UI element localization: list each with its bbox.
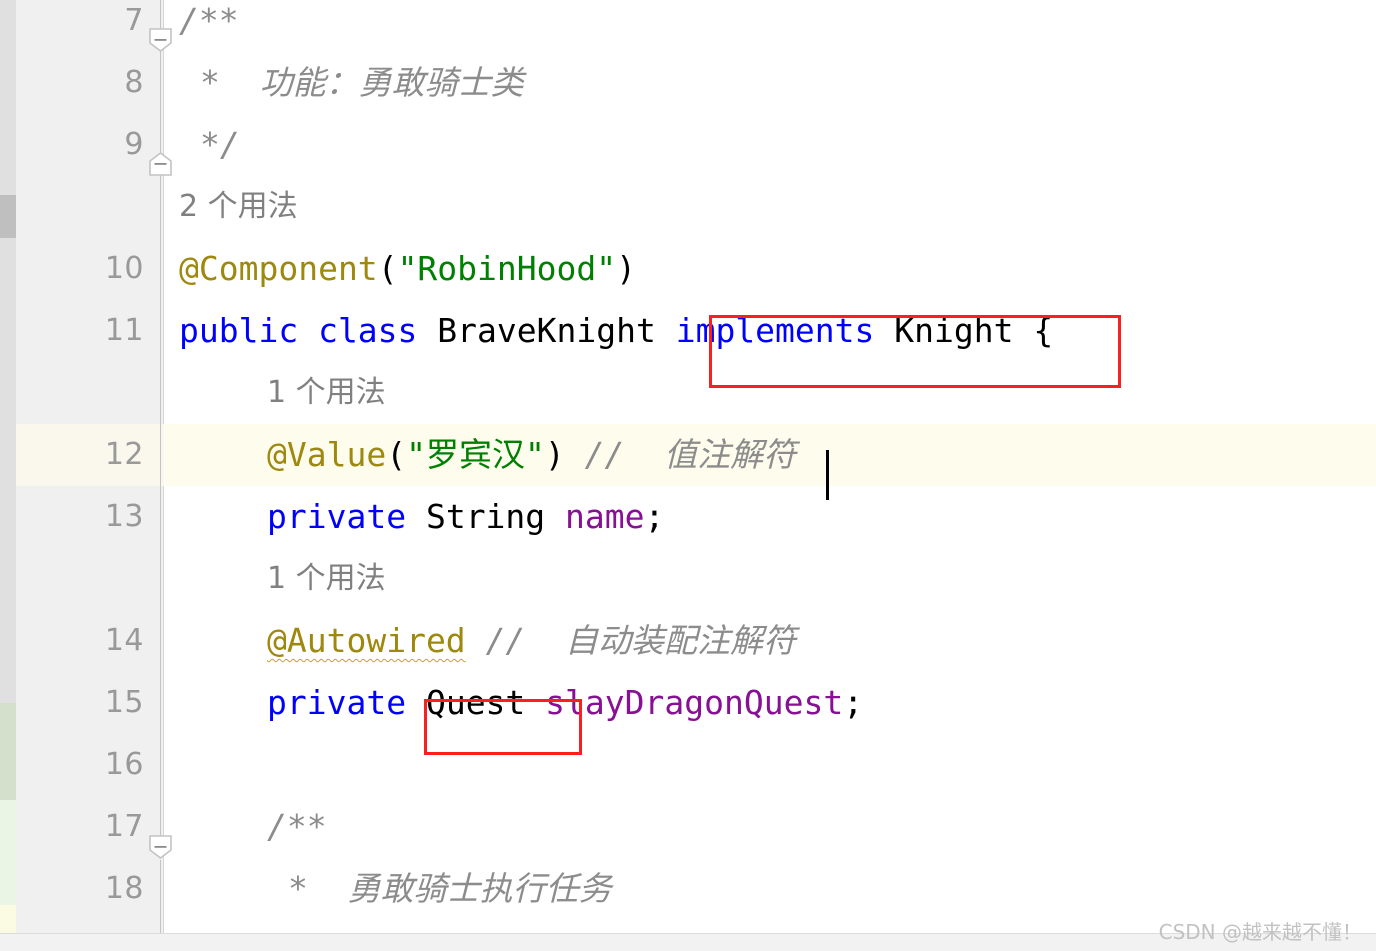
token-fld: slayDragonQuest: [545, 683, 844, 722]
code-fold-end-icon[interactable]: [148, 151, 173, 177]
token-cls: Knight: [894, 311, 1034, 350]
inlay-hint-row[interactable]: 2 个用法: [0, 176, 1376, 238]
token-cmt: /**: [267, 807, 327, 846]
code-line-row[interactable]: 15 private Quest slayDragonQuest;: [0, 672, 1376, 734]
line-number: 10: [104, 251, 144, 286]
code-line-text[interactable]: public class BraveKnight implements Knig…: [179, 300, 1053, 362]
marker-band: [0, 703, 16, 800]
code-fold-collapse-icon[interactable]: [148, 834, 173, 860]
token-punct: (: [377, 249, 398, 288]
line-number: 14: [104, 623, 144, 658]
token-punct: ;: [843, 683, 864, 722]
code-line-text[interactable]: /**: [179, 0, 239, 52]
error-stripe-markers[interactable]: [0, 0, 16, 951]
code-fold-collapse-icon[interactable]: [148, 27, 173, 53]
token-cmt: /**: [179, 1, 239, 40]
code-line-row[interactable]: 9 */: [0, 114, 1376, 176]
line-number: 12: [104, 437, 144, 472]
code-line-text[interactable]: @Autowired // 自动装配注解符: [267, 610, 796, 672]
token-cls: BraveKnight: [437, 311, 676, 350]
inlay-hint-row[interactable]: 1 个用法: [0, 362, 1376, 424]
token-fld: name: [565, 497, 645, 536]
text-caret: [826, 450, 829, 500]
token-punct: [466, 621, 486, 660]
token-punct: (: [386, 435, 407, 474]
token-punct: ;: [644, 497, 665, 536]
token-cmt: // 值注解符: [584, 435, 797, 474]
token-str: "RobinHood": [397, 249, 617, 288]
token-cls: String: [425, 497, 566, 536]
code-line-text[interactable]: */: [200, 114, 240, 176]
fold-connector-line: [160, 0, 161, 847]
code-line-row[interactable]: 7 /**: [0, 0, 1376, 52]
token-cmt: * 功能：勇敢骑士类: [200, 63, 524, 102]
code-line-row[interactable]: 10 @Component("RobinHood"): [0, 238, 1376, 300]
usages-inlay-hint[interactable]: 1 个用法: [267, 548, 386, 610]
line-number: 8: [124, 65, 144, 100]
usages-inlay-hint[interactable]: 2 个用法: [179, 176, 298, 238]
code-line-row[interactable]: 18 * 勇敢骑士执行任务: [0, 858, 1376, 920]
code-line-row[interactable]: 12 @Value("罗宾汉") // 值注解符: [0, 424, 1376, 486]
line-number: 16: [104, 747, 144, 782]
token-cmt: */: [200, 125, 240, 164]
marker-band: [0, 800, 16, 905]
token-kw: private: [267, 683, 426, 722]
vertical-scrollbar-thumb[interactable]: [0, 195, 16, 238]
code-line-text[interactable]: /**: [267, 796, 327, 858]
line-number: 11: [104, 313, 144, 348]
line-number: 9: [124, 127, 144, 162]
token-punct: ): [544, 435, 585, 474]
token-anno: @Autowired: [267, 621, 466, 660]
line-number: 18: [104, 871, 144, 906]
code-line-text[interactable]: * 勇敢骑士执行任务: [288, 858, 612, 920]
code-line-text[interactable]: * 功能：勇敢骑士类: [200, 52, 524, 114]
token-anno: @Value: [267, 435, 387, 474]
token-str: "罗宾汉": [406, 435, 545, 474]
token-punct: ): [616, 249, 636, 288]
token-cmt: * 勇敢骑士执行任务: [288, 869, 612, 908]
line-number: 7: [124, 3, 144, 38]
line-number: 15: [104, 685, 144, 720]
line-number: 17: [104, 809, 144, 844]
code-line-text[interactable]: @Value("罗宾汉") // 值注解符: [267, 424, 796, 486]
token-anno: @Component: [179, 249, 378, 288]
code-editor[interactable]: 7/** 8 * 功能：勇敢骑士类 9 */2 个用法 10 @Component("Rob…: [0, 0, 1376, 951]
code-line-row[interactable]: 16: [0, 734, 1376, 796]
code-line-row[interactable]: 13 private String name;: [0, 486, 1376, 548]
token-kw: private: [267, 497, 426, 536]
token-kw: public class: [179, 311, 438, 350]
line-number: 13: [104, 499, 144, 534]
code-line-row[interactable]: 17 /**: [0, 796, 1376, 858]
token-cmt: // 自动装配注解符: [485, 621, 797, 660]
marker-band: [0, 905, 16, 935]
code-line-row[interactable]: 8 * 功能：勇敢骑士类: [0, 52, 1376, 114]
token-kw: implements: [675, 311, 895, 350]
token-cls: Quest: [425, 683, 546, 722]
code-line-row[interactable]: 14 @Autowired // 自动装配注解符: [0, 610, 1376, 672]
usages-inlay-hint[interactable]: 1 个用法: [267, 362, 386, 424]
token-punct: {: [1033, 311, 1054, 350]
inlay-hint-row[interactable]: 1 个用法: [0, 548, 1376, 610]
code-line-text[interactable]: private Quest slayDragonQuest;: [267, 672, 863, 734]
csdn-watermark: CSDN @越来越不懂！: [1158, 920, 1362, 944]
code-line-text[interactable]: private String name;: [267, 486, 664, 548]
code-line-text[interactable]: @Component("RobinHood"): [179, 238, 636, 300]
code-line-row[interactable]: 11 public class BraveKnight implements Kn…: [0, 300, 1376, 362]
